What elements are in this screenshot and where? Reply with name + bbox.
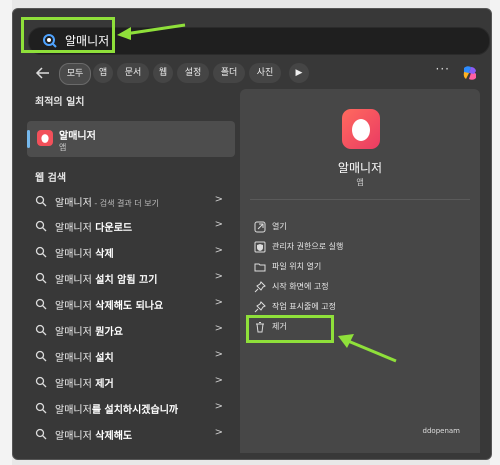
- web-result-rest: 설치 암됨 끄기: [91, 275, 158, 286]
- chevron-right-icon: >: [214, 219, 223, 230]
- action-run-as-admin[interactable]: 관리자 권한으로 실행: [254, 239, 464, 257]
- folder-icon: [254, 263, 266, 272]
- filter-chip-settings[interactable]: 설정: [177, 63, 209, 83]
- detail-app-type: 앱: [356, 178, 364, 187]
- detail-app-name: 알매니저: [337, 161, 383, 175]
- action-label: 열기: [272, 222, 287, 231]
- action-pin-to-start[interactable]: 시작 화면에 고정: [254, 279, 464, 297]
- more-options-icon[interactable]: ···: [436, 62, 450, 76]
- search-icon: [35, 376, 47, 388]
- web-result-bold: 알매니저: [55, 327, 92, 338]
- search-icon: [35, 428, 47, 440]
- filter-chip-apps[interactable]: 앱: [93, 63, 113, 83]
- open-icon: [254, 221, 266, 233]
- chevron-right-icon: >: [214, 323, 223, 334]
- watermark: ddopenam: [422, 427, 460, 435]
- web-result-item[interactable]: 알매니저 삭제해도 >: [27, 422, 235, 446]
- action-open[interactable]: 열기: [254, 219, 464, 237]
- web-result-rest: 뭔가요: [91, 327, 123, 338]
- web-result-bold: 알매니저: [55, 405, 92, 416]
- chevron-right-icon: >: [214, 375, 223, 386]
- web-result-item[interactable]: 알매니저 제거 >: [27, 370, 235, 394]
- chevron-right-icon: >: [214, 427, 223, 438]
- search-icon: [35, 324, 47, 336]
- arrow-icon: [117, 23, 186, 40]
- pin-icon: [254, 301, 266, 313]
- back-arrow-icon[interactable]: [35, 65, 51, 81]
- best-match-type: 앱: [59, 143, 67, 152]
- web-result-item[interactable]: 알매니저를 설치하시겠습니까 >: [27, 396, 235, 420]
- best-match-item[interactable]: 알매니저 앱: [27, 121, 235, 157]
- shield-icon: [254, 241, 266, 253]
- chevron-right-icon: >: [214, 401, 223, 412]
- web-result-rest: 제거: [91, 379, 114, 390]
- web-result-bold: 알매니저: [55, 198, 92, 209]
- search-icon: [35, 195, 47, 207]
- web-result-bold: 알매니저: [55, 249, 92, 260]
- search-icon: [35, 220, 47, 232]
- filter-chip-folders[interactable]: 폴더: [213, 63, 245, 83]
- selection-indicator: [27, 130, 30, 148]
- divider: [250, 199, 470, 200]
- action-label: 관리자 권한으로 실행: [272, 242, 344, 251]
- best-match-title: 최적의 일치: [35, 97, 85, 108]
- filter-next-button[interactable]: ▶: [289, 63, 309, 83]
- action-label: 작업 표시줄에 고정: [272, 302, 336, 311]
- action-label: 파일 위치 열기: [272, 262, 322, 271]
- search-icon: [35, 350, 47, 362]
- web-result-rest: 다운로드: [91, 223, 133, 234]
- web-result-item[interactable]: 알매니저 다운로드 >: [27, 214, 235, 238]
- action-open-file-location[interactable]: 파일 위치 열기: [254, 259, 464, 277]
- filter-chip-web[interactable]: 웹: [153, 63, 173, 83]
- web-result-item[interactable]: 알매니저 설치 암됨 끄기 >: [27, 266, 235, 290]
- filter-chip-documents[interactable]: 문서: [117, 63, 149, 83]
- web-result-sub: - 검색 결과 더 보기: [91, 199, 159, 208]
- chevron-right-icon: >: [214, 245, 223, 256]
- chevron-right-icon: >: [214, 271, 223, 282]
- web-result-item[interactable]: 알매니저 뭔가요 >: [27, 318, 235, 342]
- filter-chip-all[interactable]: 모두: [59, 63, 91, 85]
- chevron-right-icon: >: [214, 349, 223, 360]
- web-result-item[interactable]: 알매니저 삭제 >: [27, 240, 235, 264]
- web-result-rest: 삭제해도: [91, 431, 133, 442]
- web-result-rest: 삭제: [91, 249, 114, 260]
- arrow-icon: [338, 334, 397, 363]
- search-icon: [35, 298, 47, 310]
- web-result-bold: 알매니저: [55, 275, 92, 286]
- web-result-rest: 설치: [91, 353, 114, 364]
- web-result-bold: 알매니저: [55, 431, 92, 442]
- start-search-panel: 모두 앱 문서 웹 설정 폴더 사진 ▶ ··· 최적의 일치 알매니저 앱 웹…: [12, 8, 492, 460]
- web-result-item[interactable]: 알매니저 설치 >: [27, 344, 235, 368]
- web-result-item[interactable]: 알매니저 - 검색 결과 더 보기 >: [27, 189, 235, 213]
- uninstall-highlight-box: [246, 315, 334, 343]
- web-result-bold: 알매니저: [55, 223, 92, 234]
- filter-bar: 모두 앱 문서 웹 설정 폴더 사진 ▶ ···: [27, 61, 487, 87]
- pin-icon: [254, 281, 266, 293]
- almanager-app-icon: [342, 109, 380, 149]
- web-result-item[interactable]: 알매니저 삭제해도 되나요 >: [27, 292, 235, 316]
- search-highlight-box: [21, 17, 115, 53]
- action-label: 시작 화면에 고정: [272, 282, 329, 291]
- chevron-right-icon: >: [214, 297, 223, 308]
- copilot-icon[interactable]: [461, 64, 479, 82]
- search-icon: [35, 272, 47, 284]
- search-icon: [35, 246, 47, 258]
- web-result-rest: 를 설치하시겠습니까: [91, 405, 179, 416]
- best-match-name: 알매니저: [59, 131, 96, 142]
- search-icon: [35, 402, 47, 414]
- chevron-right-icon: >: [214, 194, 223, 205]
- web-result-bold: 알매니저: [55, 379, 92, 390]
- web-search-title: 웹 검색: [35, 173, 67, 184]
- desktop-left-edge: [0, 0, 12, 465]
- filter-chip-photos[interactable]: 사진: [249, 63, 281, 83]
- web-result-bold: 알매니저: [55, 301, 92, 312]
- almanager-app-icon: [37, 130, 53, 146]
- web-result-rest: 삭제해도 되나요: [91, 301, 164, 312]
- app-detail-pane: 알매니저 앱 열기 관리자 권한으로 실행 파일 위치 열기 시작 화면에 고정…: [240, 89, 480, 453]
- web-result-bold: 알매니저: [55, 353, 92, 364]
